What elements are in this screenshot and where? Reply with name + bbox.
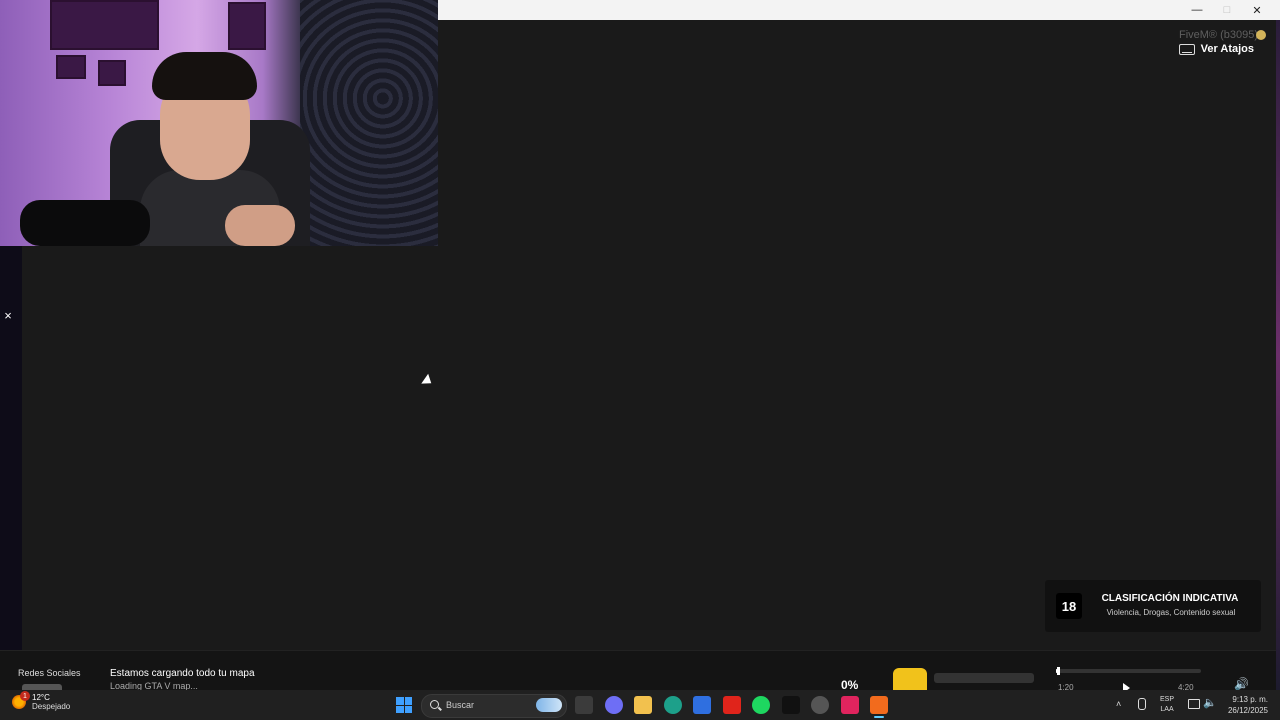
view-shortcuts-label: Ver Atajos [1200,43,1254,55]
windows-taskbar: 1 12°C Despejado Buscar ˄ ESP LAA 🔈 9:13… [0,690,1280,720]
keyboard-layout: LAA [1160,706,1174,713]
store-icon[interactable] [693,696,711,714]
status-dot-icon [1256,30,1266,40]
maximize-button[interactable]: □ [1212,0,1242,20]
loading-progress-bar [934,673,1034,683]
file-manager-icon[interactable] [575,696,593,714]
folder-icon[interactable] [634,696,652,714]
wall-poster [228,2,266,50]
social-media-label: Redes Sociales [18,668,81,678]
wall-poster [50,0,159,50]
microphone-icon[interactable] [1138,698,1146,710]
weather-temperature: 12°C [32,693,50,702]
search-placeholder: Buscar [446,700,475,710]
age-rating-description: Violencia, Drogas, Contenido sexual [1106,608,1236,617]
fivem-version-label: FiveM® (b3095) [1178,29,1258,41]
volume-tray-icon[interactable]: 🔈 [1203,696,1217,709]
language-code: ESP [1160,696,1175,703]
wall-frame [56,55,86,79]
tiktok-studio-icon[interactable] [840,696,859,714]
window-titlebar[interactable]: — □ ✕ [438,0,1280,20]
age-rating-title: CLASIFICACIÓN INDICATIVA [1101,593,1239,604]
music-seek-handle[interactable] [1057,667,1061,675]
close-window-button[interactable]: ✕ [1242,0,1272,20]
start-button[interactable] [396,697,412,713]
volume-icon[interactable]: 🔊 [1234,677,1249,691]
tiktok-icon[interactable] [781,696,800,714]
streamer-hair [152,52,257,100]
streamer-hand [225,205,295,246]
age-rating-number: 18 [1056,593,1082,619]
copilot-icon[interactable] [604,696,623,714]
spotify-icon[interactable] [752,696,770,714]
language-indicator[interactable]: ESP LAA [1160,695,1174,715]
view-shortcuts-button[interactable]: Ver Atajos [1178,43,1254,55]
mouse-cursor-icon [421,373,435,389]
notification-badge: 1 [20,691,30,701]
edge-icon[interactable] [663,696,682,714]
loading-title: Estamos cargando todo tu mapa [110,668,255,679]
wall-frame [98,60,126,86]
microphone [20,200,150,246]
search-icon [430,700,439,709]
age-rating-badge: 18 CLASIFICACIÓN INDICATIVA Violencia, D… [1045,580,1261,632]
music-seek-bar[interactable] [1056,667,1201,675]
clock-time: 9:13 p. m. [1232,695,1268,704]
keyboard-icon [1178,43,1195,55]
fivem-icon[interactable] [870,696,888,718]
system-clock[interactable]: 9:13 p. m. 26/12/2025 [1222,694,1268,716]
network-icon[interactable] [1188,699,1200,709]
search-highlight-icon [536,698,562,712]
show-hidden-icons-button[interactable]: ˄ [1116,699,1121,709]
desktop-background-right [1276,20,1280,690]
youtube-icon[interactable] [722,696,741,714]
weather-condition: Despejado [32,702,71,711]
curtain [300,0,438,246]
loading-art [893,668,927,691]
clock-date: 26/12/2025 [1227,706,1268,715]
app-icon[interactable] [811,696,829,714]
minimize-button[interactable]: — [1182,0,1212,20]
loading-footer: Redes Sociales Estamos cargando todo tu … [0,650,1276,693]
weather-widget[interactable]: 1 12°C Despejado [12,691,71,711]
sun-icon: 1 [12,691,30,709]
side-panel-close-button[interactable]: × [0,303,16,327]
webcam-overlay [0,0,438,246]
taskbar-search[interactable]: Buscar [421,694,567,718]
